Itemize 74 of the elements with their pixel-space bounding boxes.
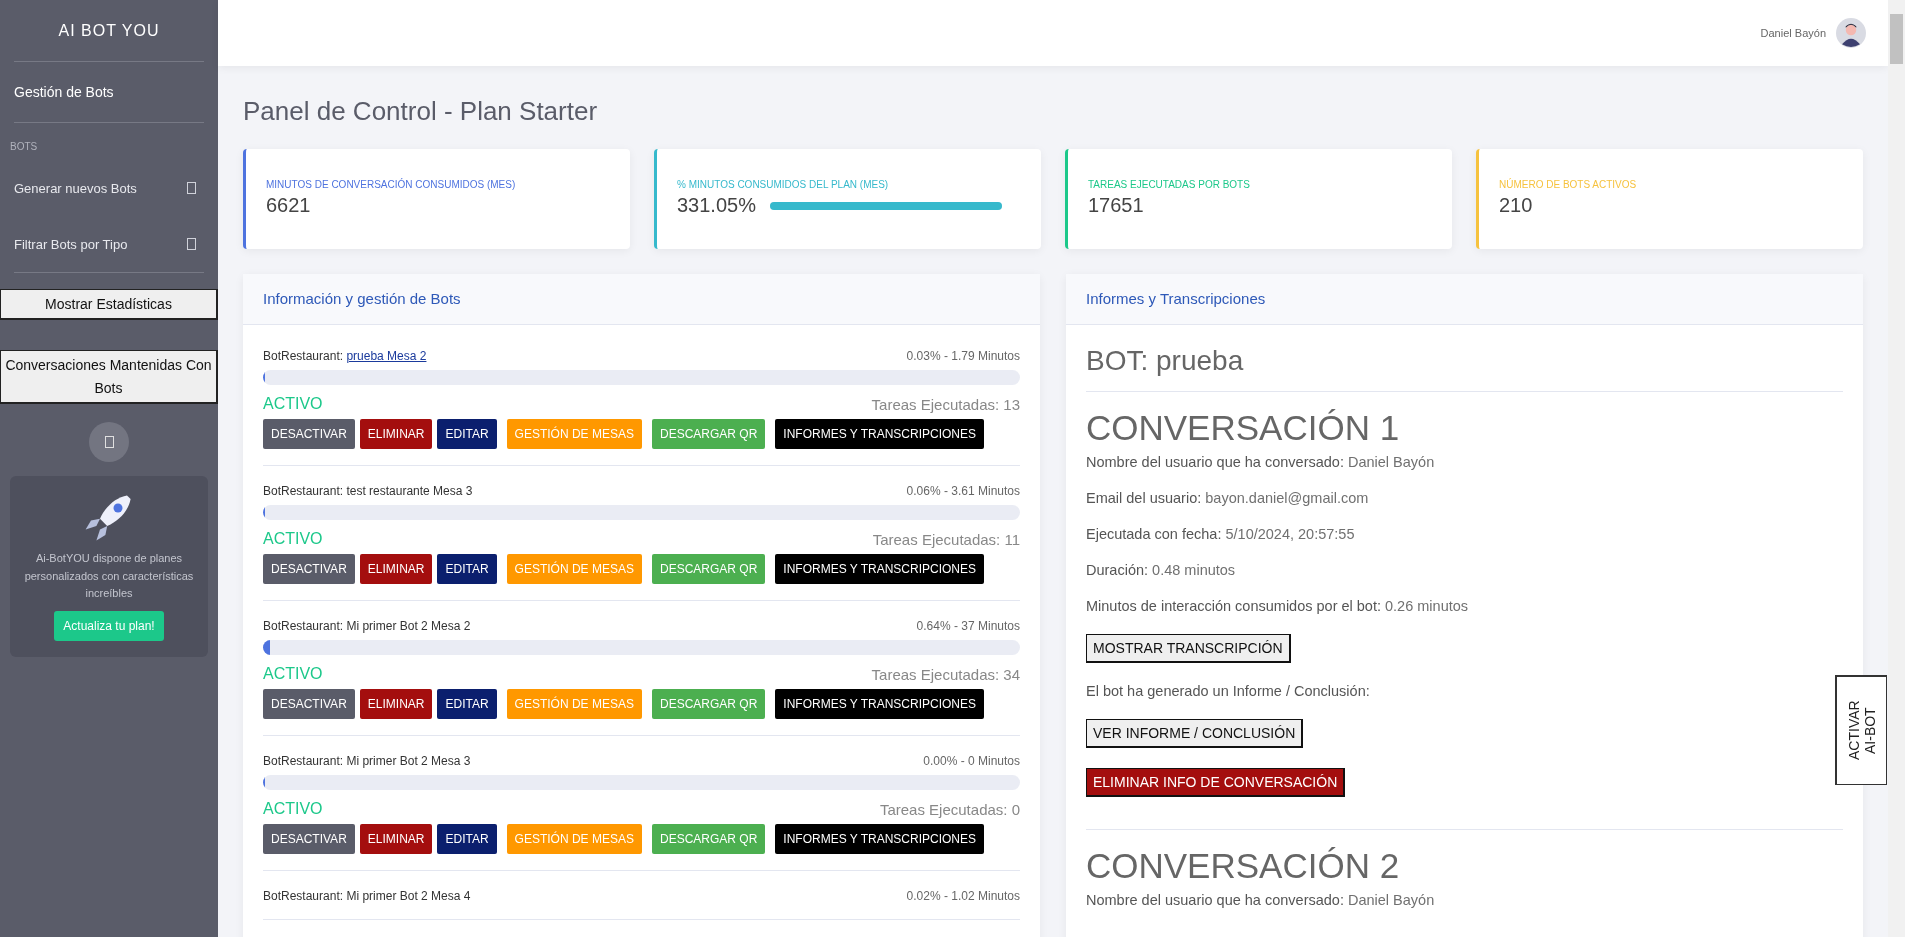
tasks-count: Tareas Ejecutadas: 0 (879, 800, 1020, 818)
action-button[interactable]: EDITAR (437, 689, 497, 719)
action-button[interactable]: ELIMINAR (359, 824, 433, 854)
chevron-box-icon[interactable] (187, 182, 196, 194)
scrollbar[interactable] (1888, 0, 1905, 937)
stat-label: NÚMERO DE BOTS ACTIVOS (1499, 179, 1638, 190)
action-button[interactable]: ELIMINAR (359, 689, 433, 719)
action-button[interactable]: ELIMINAR (359, 554, 433, 584)
brand-title[interactable]: AI BOT YOU (0, 0, 218, 61)
panel-title: Informes y Transcripciones (1086, 290, 1266, 307)
usage-text: 0.03% - 1.79 Minutos (906, 349, 1020, 363)
conversation-field: Nombre del usuario que ha conversado: Daniel Bayón (1086, 454, 1843, 470)
bot-name: BotRestaurant: Mi primer Bot 2 Mesa 2 (263, 619, 471, 633)
avatar-icon[interactable] (1836, 18, 1866, 48)
status-text: ACTIVO (263, 800, 323, 818)
nav-item[interactable]: Generar nuevos Bots (14, 180, 137, 196)
chevron-box-icon[interactable] (187, 238, 196, 250)
action-button[interactable]: DESACTIVAR (263, 824, 355, 854)
usage-text: 0.06% - 3.61 Minutos (906, 484, 1020, 498)
status-text: ACTIVO (263, 665, 323, 683)
nav-button[interactable]: Mostrar Estadísticas (0, 289, 218, 321)
tasks-count: Tareas Ejecutadas: 34 (871, 665, 1020, 683)
stat-value: 210 (1499, 194, 1533, 217)
activate-bot-tab[interactable]: ACTIVAR AI-BOT (1835, 675, 1887, 785)
bot-title: BOT: prueba (1086, 345, 1843, 392)
nav-link[interactable]: Gestión de Bots (0, 62, 218, 122)
bot-name: BotRestaurant: Mi primer Bot 2 Mesa 4 (263, 889, 471, 903)
stat-label: MINUTOS DE CONVERSACIÓN CONSUMIDOS (MES) (266, 179, 517, 190)
conversation-heading: CONVERSACIÓN 2 (1086, 846, 1401, 886)
page-title: Panel de Control - Plan Starter (243, 96, 599, 127)
action-button[interactable]: EDITAR (437, 824, 497, 854)
conversation-field: Nombre del usuario que ha conversado: Daniel Bayón (1086, 892, 1843, 908)
action-button[interactable]: DESACTIVAR (263, 554, 355, 584)
conversation-field: Duración: 0.48 minutos (1086, 562, 1843, 578)
bot-name: BotRestaurant: Mi primer Bot 2 Mesa 3 (263, 754, 471, 768)
stat-label: % MINUTOS CONSUMIDOS DEL PLAN (MES) (677, 179, 890, 190)
nav-button[interactable]: Conversaciones Mantenidas Con Bots (0, 350, 218, 405)
usage-text: 0.00% - 0 Minutos (923, 754, 1020, 768)
action-button[interactable]: EDITAR (437, 554, 497, 584)
tasks-count: Tareas Ejecutadas: 11 (872, 530, 1020, 548)
promo-text: Ai-BotYOU dispone de planes personalizados con características increíbles (23, 551, 195, 602)
nav-item[interactable]: Filtrar Bots por Tipo (14, 236, 128, 252)
tasks-count: Tareas Ejecutadas: 13 (871, 395, 1020, 413)
action-button[interactable]: INFORMES Y TRANSCRIPCIONES (775, 689, 985, 719)
action-button[interactable]: INFORMES Y TRANSCRIPCIONES (775, 419, 985, 449)
action-button[interactable]: DESACTIVAR (263, 419, 355, 449)
bot-name: BotRestaurant: test restaurante Mesa 3 (263, 484, 473, 498)
action-button[interactable]: ELIMINAR (359, 419, 433, 449)
bot-name: BotRestaurant: prueba Mesa 2 (263, 349, 427, 363)
transcript-button[interactable]: MOSTRAR TRANSCRIPCIÓN (1086, 634, 1291, 663)
usage-text: 0.02% - 1.02 Minutos (906, 889, 1020, 903)
action-button[interactable]: INFORMES Y TRANSCRIPCIONES (775, 554, 985, 584)
report-note: El bot ha generado un Informe / Conclusión: (1086, 683, 1371, 699)
usage-text: 0.64% - 37 Minutos (916, 619, 1020, 633)
action-button[interactable]: DESACTIVAR (263, 689, 355, 719)
status-text: ACTIVO (263, 395, 323, 413)
stat-value: 331.05% (677, 194, 756, 217)
stat-value: 6621 (266, 194, 311, 217)
action-button[interactable]: EDITAR (437, 419, 497, 449)
status-text: ACTIVO (263, 530, 323, 548)
sidebar-toggle[interactable] (89, 422, 129, 463)
report-button[interactable]: VER INFORME / CONCLUSIÓN (1086, 719, 1304, 748)
conversation-heading: CONVERSACIÓN 1 (1086, 408, 1401, 448)
user-name[interactable]: Daniel Bayón (1760, 27, 1826, 39)
delete-button[interactable]: ELIMINAR INFO DE CONVERSACIÓN (1086, 768, 1346, 797)
section-heading: BOTS (9, 140, 39, 154)
action-button[interactable]: INFORMES Y TRANSCRIPCIONES (775, 824, 985, 854)
panel-title: Información y gestión de Bots (263, 290, 461, 307)
conversation-field: Ejecutada con fecha: 5/10/2024, 20:57:55 (1086, 526, 1843, 542)
bot-link[interactable]: prueba Mesa 2 (346, 349, 427, 363)
conversation-field: Email del usuario: bayon.daniel@gmail.com (1086, 490, 1843, 506)
stat-value: 17651 (1088, 194, 1144, 217)
stat-label: TAREAS EJECUTADAS POR BOTS (1088, 179, 1251, 190)
conversation-field: Minutos de interacción consumidos por el bot: 0.26 minutos (1086, 598, 1843, 614)
